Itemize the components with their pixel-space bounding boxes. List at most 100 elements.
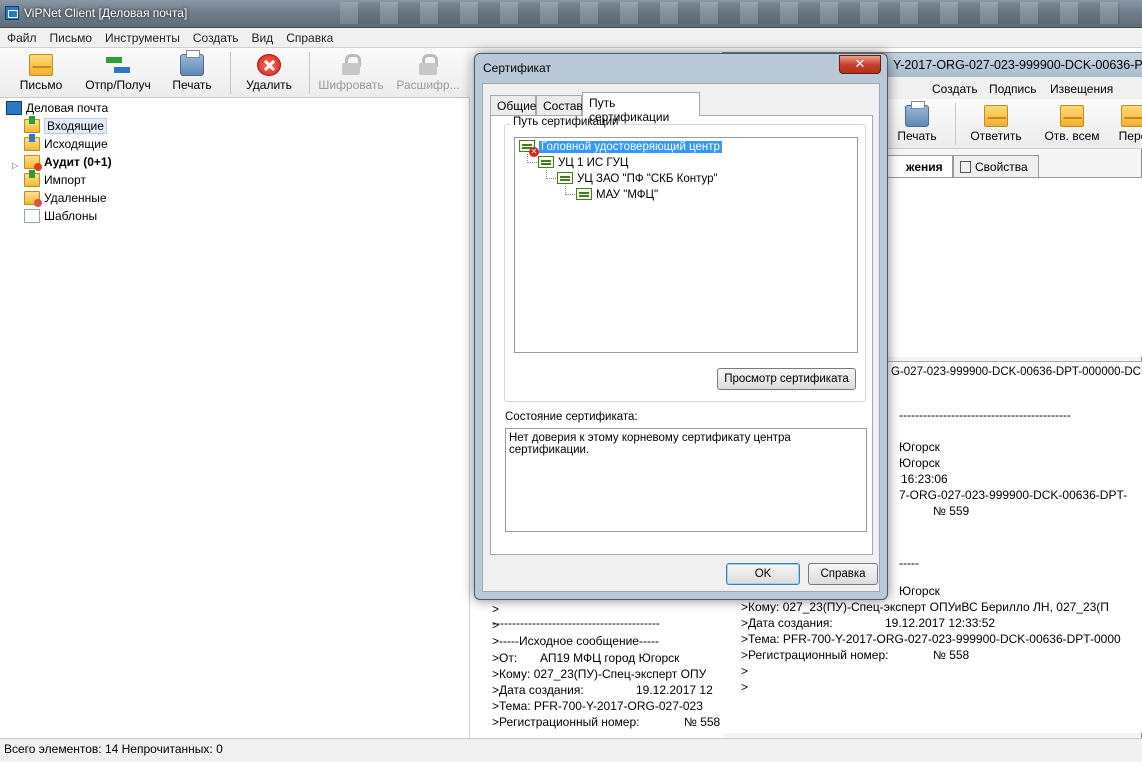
inbox-icon — [24, 116, 40, 133]
certificate-chain-tree[interactable]: Головной удостоверяющий центр УЦ 1 ИС ГУ… — [514, 137, 858, 353]
quote-line: > — [741, 664, 749, 678]
lock-icon — [339, 54, 363, 76]
folder-import[interactable]: Импорт — [24, 170, 86, 189]
chain-item-root-ca[interactable]: Головной удостоверяющий центр — [519, 139, 722, 157]
title-bar-background — [340, 2, 1120, 24]
menu-create[interactable]: Создать — [186, 28, 245, 45]
menu-letter[interactable]: Письмо — [43, 28, 99, 45]
reg-value: № 558 — [933, 648, 970, 662]
window-title: ViPNet Client [Деловая почта] — [24, 6, 188, 20]
certificate-icon — [557, 172, 573, 184]
view-certificate-button[interactable]: Просмотр сертификата — [717, 368, 856, 390]
templates-icon — [24, 209, 40, 223]
ok-label: OK — [754, 568, 772, 580]
main-title-bar[interactable]: ViPNet Client [Деловая почта] — [0, 0, 1142, 28]
folder-audit[interactable]: Аудит (0+1) — [24, 153, 112, 171]
message-menu-sign[interactable]: Подпись — [989, 82, 1037, 96]
folder-outbox[interactable]: Исходящие — [24, 134, 108, 153]
mailbox-icon — [6, 101, 22, 115]
vipnet-app-icon — [5, 6, 19, 20]
chain-item-label: МАУ "МФЦ" — [596, 189, 659, 201]
separator: ----- — [899, 556, 919, 570]
tab-details-label: Состав — [543, 99, 583, 113]
reply-all-icon — [1060, 105, 1084, 127]
chain-item-skb-kontur-ca[interactable]: УЦ ЗАО "ПФ "СКБ Контур" — [557, 171, 718, 187]
reply-button[interactable]: Ответить — [963, 101, 1029, 147]
date-value: 19.12.2017 12:33:52 — [885, 616, 996, 630]
certificate-dialog: Сертификат ✕ Общие Состав Путь сертифика… — [474, 53, 888, 600]
send-receive-label: Отпр/Получ — [85, 78, 151, 92]
reg-value: № 558 — [684, 715, 721, 729]
folder-inbox[interactable]: Входящие — [24, 116, 107, 135]
new-letter-label: Письмо — [19, 78, 63, 92]
chain-item-mfc[interactable]: МАУ "МФЦ" — [576, 187, 658, 203]
tab-attachments-label: жения — [906, 160, 943, 174]
certificate-icon — [576, 188, 592, 200]
delete-button[interactable]: Удалить — [238, 50, 300, 96]
from-label: >От: — [492, 651, 518, 665]
tab-details[interactable]: Состав — [536, 95, 583, 115]
folder-templates[interactable]: Шаблоны — [24, 207, 97, 225]
forward-button[interactable]: Пере — [1113, 101, 1142, 147]
original-message-line: >-----Исходное сообщение----- — [492, 634, 659, 648]
outbox-icon — [24, 134, 40, 151]
tree-root-business-mail[interactable]: Деловая почта — [6, 99, 108, 117]
separator: ----------------------------------------… — [492, 616, 660, 630]
date-value: 19.12.2017 12 — [636, 683, 713, 697]
send-receive-button[interactable]: Отпр/Получ — [80, 50, 156, 96]
forward-icon — [1121, 105, 1142, 127]
reply-all-button[interactable]: Отв. всем — [1039, 101, 1105, 147]
from-city: Югорск — [899, 440, 940, 454]
print-button[interactable]: Печать — [162, 50, 222, 96]
reg-label: >Регистрационный номер: — [492, 715, 640, 729]
from-value: АП19 МФЦ город Югорск — [540, 651, 680, 665]
folder-label: Входящие — [44, 118, 107, 134]
message-menu-create[interactable]: Создать — [932, 82, 978, 96]
status-text: Всего элементов: 14 Непрочитанных: 0 — [4, 742, 223, 756]
chain-item-label: УЦ ЗАО "ПФ "СКБ Контур" — [577, 173, 718, 185]
menu-tools[interactable]: Инструменты — [98, 28, 186, 45]
certificate-status-text[interactable]: Нет доверия к этому корневому сертификат… — [505, 428, 867, 532]
encrypt-label: Шифровать — [318, 78, 384, 92]
chain-item-intermediate-ca[interactable]: УЦ 1 ИС ГУЦ — [538, 155, 628, 171]
help-button[interactable]: Справка — [808, 563, 878, 585]
folder-deleted[interactable]: Удаленные — [24, 189, 107, 207]
menu-view[interactable]: Вид — [244, 28, 279, 45]
expand-arrow-icon[interactable]: ▷ — [12, 161, 18, 170]
tab-certification-path[interactable]: Путь сертификации — [582, 92, 700, 124]
message-subject-line: G-027-023-999900-DCK-00636-DPT-000000-DC… — [891, 366, 1142, 378]
toolbar-separator — [230, 52, 231, 94]
certification-path-pane: Путь сертификации Головной удостоверяющи… — [490, 115, 873, 555]
printer-icon — [905, 101, 929, 127]
certificate-icon — [538, 156, 554, 168]
dialog-close-button[interactable]: ✕ — [839, 55, 881, 74]
chain-item-label: Головной удостоверяющий центр — [539, 141, 722, 153]
subject-line: >Тема: PFR-700-Y-2017-ORG-027-023 — [492, 699, 703, 713]
subject-value: 7-ORG-027-023-999900-DCK-00636-DPT- — [899, 488, 1128, 502]
audit-icon — [24, 155, 42, 171]
message-print-button[interactable]: Печать — [889, 101, 945, 147]
to-line: >Кому: 027_23(ПУ)-Спец-эксперт ОПУ — [492, 667, 707, 681]
tab-properties[interactable]: Свойства — [953, 155, 1039, 177]
delete-label: Удалить — [246, 78, 292, 92]
message-menu-notifications[interactable]: Извещения — [1050, 82, 1113, 96]
message-window-title: Y-2017-ORG-027-023-999900-DCK-00636-P — [893, 58, 1142, 72]
new-letter-button[interactable]: Письмо — [8, 50, 74, 96]
menu-bar: Файл Письмо Инструменты Создать Вид Справка — [0, 28, 1142, 48]
reg-label: >Регистрационный номер: — [741, 648, 889, 662]
encrypt-button[interactable]: Шифровать — [316, 50, 386, 96]
tab-properties-label: Свойства — [975, 160, 1028, 174]
delete-icon — [257, 54, 281, 76]
preview-pane: > --------------------------------------… — [478, 596, 724, 738]
decrypt-button[interactable]: Расшифр... — [392, 50, 464, 96]
tree-connector — [546, 170, 556, 179]
ok-button[interactable]: OK — [726, 563, 800, 585]
tab-general[interactable]: Общие — [490, 95, 536, 115]
menu-file[interactable]: Файл — [0, 28, 43, 45]
forward-label: Пере — [1118, 129, 1142, 143]
menu-help[interactable]: Справка — [279, 28, 339, 45]
reg-number: № 559 — [933, 504, 970, 518]
toolbar-separator — [309, 52, 310, 94]
folder-label: Шаблоны — [44, 209, 98, 223]
folder-label: Исходящие — [44, 137, 108, 151]
